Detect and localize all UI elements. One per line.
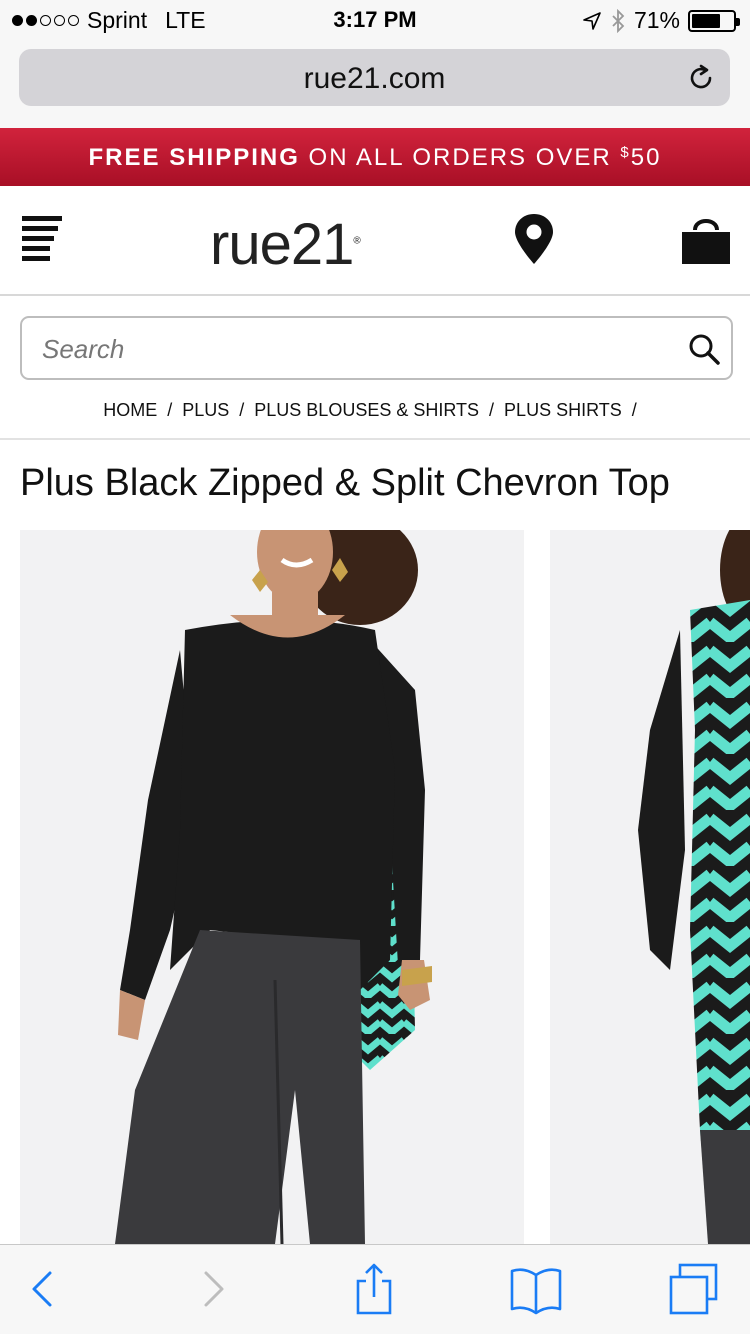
breadcrumb-plus-blouses-shirts[interactable]: PLUS BLOUSES & SHIRTS bbox=[254, 400, 479, 420]
model-front-illustration bbox=[115, 530, 432, 1244]
breadcrumb-separator: / bbox=[167, 400, 173, 420]
search-input[interactable] bbox=[42, 330, 682, 368]
search-icon[interactable] bbox=[687, 332, 721, 366]
search-box[interactable] bbox=[20, 316, 733, 380]
promo-text: ON ALL ORDERS OVER bbox=[299, 144, 621, 171]
breadcrumb-separator: / bbox=[489, 400, 495, 420]
promo-amount: 50 bbox=[630, 144, 662, 171]
breadcrumb-plus-shirts[interactable]: PLUS SHIRTS bbox=[504, 400, 622, 420]
location-arrow-icon bbox=[583, 11, 601, 30]
shopping-bag-icon[interactable] bbox=[680, 212, 732, 266]
status-right: 71% bbox=[582, 7, 740, 34]
page: Sprint LTE 3:17 PM 71% rue21.com FREE SH… bbox=[0, 0, 750, 1334]
menu-icon[interactable] bbox=[22, 216, 64, 264]
location-pin-icon[interactable] bbox=[512, 212, 556, 266]
promo-currency: $ bbox=[620, 144, 631, 161]
free-shipping-banner[interactable]: FREE SHIPPING ON ALL ORDERS OVER $50 bbox=[0, 128, 750, 186]
address-bar[interactable]: rue21.com bbox=[19, 49, 730, 106]
breadcrumb-separator: / bbox=[239, 400, 245, 420]
forward-chevron-icon[interactable] bbox=[186, 1261, 242, 1317]
breadcrumb-plus[interactable]: PLUS bbox=[182, 400, 229, 420]
browser-address-area: rue21.com bbox=[0, 40, 750, 128]
tabs-icon[interactable] bbox=[666, 1261, 722, 1317]
site-header: rue21® bbox=[0, 186, 750, 296]
battery-percent: 71% bbox=[633, 7, 680, 33]
browser-toolbar bbox=[0, 1244, 750, 1334]
status-bar: Sprint LTE 3:17 PM 71% bbox=[0, 0, 750, 40]
breadcrumb: HOME / PLUS / PLUS BLOUSES & SHIRTS / PLUS SHI… bbox=[0, 400, 750, 424]
site-logo[interactable]: rue21® bbox=[210, 211, 361, 278]
breadcrumb-home[interactable]: HOME bbox=[103, 400, 157, 420]
share-icon[interactable] bbox=[346, 1261, 402, 1317]
logo-registered-mark: ® bbox=[353, 235, 360, 247]
promo-bold-text: FREE SHIPPING bbox=[88, 144, 300, 171]
product-image-carousel[interactable] bbox=[0, 530, 750, 1244]
battery-icon bbox=[688, 9, 740, 32]
bookmarks-icon[interactable] bbox=[508, 1261, 564, 1317]
product-image-back[interactable] bbox=[550, 530, 750, 1244]
url-text[interactable]: rue21.com bbox=[19, 62, 730, 96]
product-title: Plus Black Zipped & Split Chevron Top bbox=[20, 462, 670, 504]
breadcrumb-separator: / bbox=[631, 400, 637, 420]
reload-icon[interactable] bbox=[686, 63, 716, 93]
model-back-illustration bbox=[638, 530, 750, 1244]
product-image-front[interactable] bbox=[20, 530, 524, 1244]
bluetooth-icon bbox=[612, 8, 625, 33]
battery-level bbox=[692, 13, 721, 28]
back-chevron-icon[interactable] bbox=[14, 1261, 70, 1317]
divider bbox=[0, 438, 750, 440]
logo-text: rue21 bbox=[210, 212, 354, 277]
